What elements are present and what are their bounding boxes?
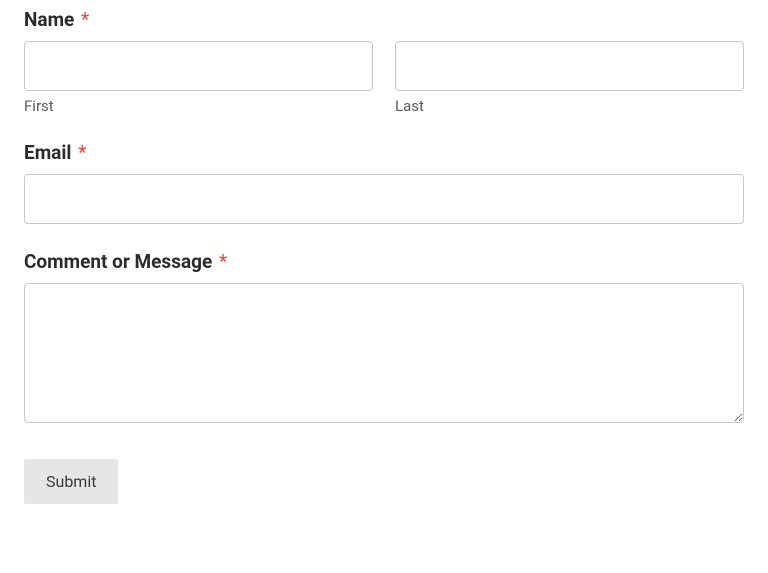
last-name-col: Last xyxy=(395,41,744,115)
required-asterisk: * xyxy=(219,250,227,273)
name-group: Name * First Last xyxy=(24,8,744,115)
first-name-col: First xyxy=(24,41,373,115)
first-name-input[interactable] xyxy=(24,41,373,91)
message-label-text: Comment or Message xyxy=(24,250,212,273)
required-asterisk: * xyxy=(81,8,89,31)
last-name-input[interactable] xyxy=(395,41,744,91)
email-label: Email * xyxy=(24,141,744,164)
email-input[interactable] xyxy=(24,174,744,224)
required-asterisk: * xyxy=(78,141,86,164)
name-row: First Last xyxy=(24,41,744,115)
contact-form: Name * First Last Email * Comment or Mes… xyxy=(24,8,744,504)
name-label: Name * xyxy=(24,8,744,31)
last-name-sublabel: Last xyxy=(395,97,744,115)
message-textarea[interactable] xyxy=(24,283,744,423)
submit-button[interactable]: Submit xyxy=(24,459,118,504)
name-label-text: Name xyxy=(24,8,74,31)
message-label: Comment or Message * xyxy=(24,250,744,273)
message-group: Comment or Message * xyxy=(24,250,744,427)
email-label-text: Email xyxy=(24,141,71,164)
email-group: Email * xyxy=(24,141,744,224)
first-name-sublabel: First xyxy=(24,97,373,115)
